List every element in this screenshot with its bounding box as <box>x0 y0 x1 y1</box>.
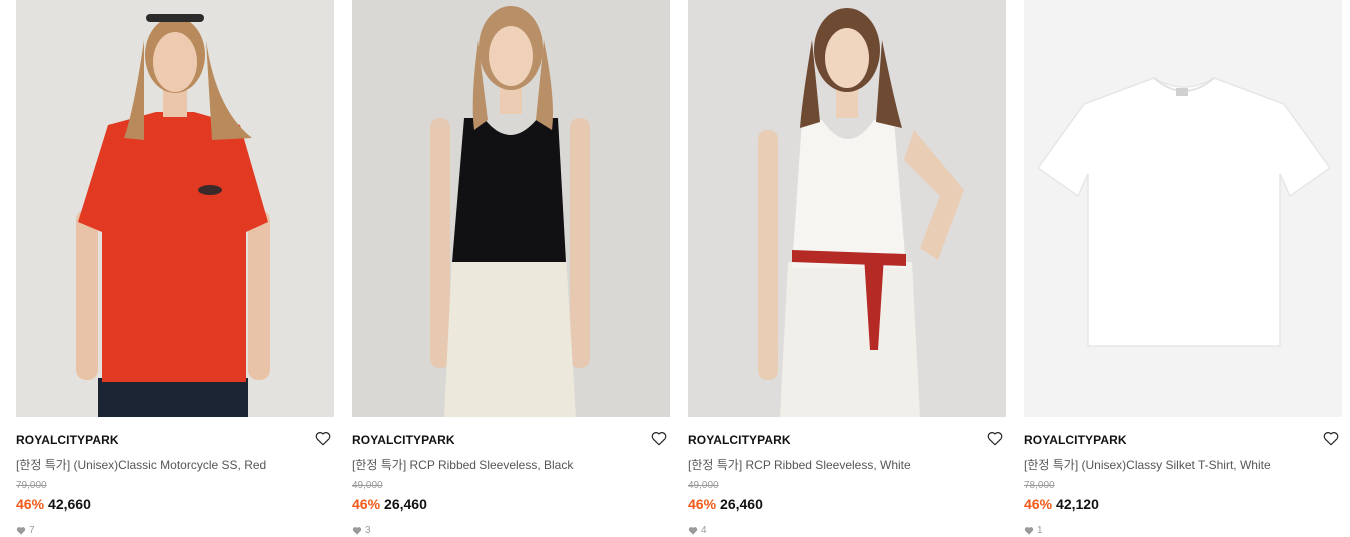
heart-filled-icon <box>688 527 698 535</box>
heart-filled-icon <box>1024 527 1034 535</box>
product-card[interactable]: ROYALCITYPARK [한정 특가] (Unisex)Classy Sil… <box>1024 0 1342 537</box>
product-image[interactable] <box>1024 0 1342 417</box>
wishlist-heart-icon[interactable] <box>1322 429 1340 447</box>
brand-name[interactable]: ROYALCITYPARK <box>688 433 791 447</box>
product-photo-white-sleeveless <box>688 0 1006 417</box>
product-card[interactable]: ROYALCITYPARK [한정 특가] (Unisex)Classic Mo… <box>16 0 334 537</box>
original-price: 78,000 <box>1024 480 1055 491</box>
price-line: 46% 26,460 <box>352 496 427 512</box>
product-photo-red-tee <box>16 0 334 417</box>
product-grid: ROYALCITYPARK [한정 특가] (Unisex)Classic Mo… <box>0 0 1350 537</box>
like-count: 3 <box>352 525 371 536</box>
product-photo-black-sleeveless <box>352 0 670 417</box>
like-count: 1 <box>1024 525 1043 536</box>
product-name[interactable]: [한정 특가] RCP Ribbed Sleeveless, White <box>688 456 911 473</box>
like-count-value: 4 <box>701 525 707 536</box>
sale-price: 42,660 <box>48 496 91 512</box>
like-count: 4 <box>688 525 707 536</box>
like-count: 7 <box>16 525 35 536</box>
heart-filled-icon <box>352 527 362 535</box>
brand-name[interactable]: ROYALCITYPARK <box>1024 433 1127 447</box>
price-line: 46% 42,120 <box>1024 496 1099 512</box>
product-image[interactable] <box>352 0 670 417</box>
product-photo-white-tshirt <box>1024 0 1342 417</box>
like-count-value: 1 <box>1037 525 1043 536</box>
price-line: 46% 26,460 <box>688 496 763 512</box>
wishlist-heart-icon[interactable] <box>650 429 668 447</box>
heart-filled-icon <box>16 527 26 535</box>
sale-price: 26,460 <box>384 496 427 512</box>
wishlist-heart-icon[interactable] <box>986 429 1004 447</box>
discount-rate: 46% <box>352 496 381 512</box>
discount-rate: 46% <box>1024 496 1053 512</box>
original-price: 49,000 <box>352 480 383 491</box>
brand-name[interactable]: ROYALCITYPARK <box>352 433 455 447</box>
product-name[interactable]: [한정 특가] (Unisex)Classic Motorcycle SS, R… <box>16 456 266 473</box>
discount-rate: 46% <box>16 496 45 512</box>
brand-name[interactable]: ROYALCITYPARK <box>16 433 119 447</box>
product-image[interactable] <box>688 0 1006 417</box>
price-line: 46% 42,660 <box>16 496 91 512</box>
product-image[interactable] <box>16 0 334 417</box>
like-count-value: 3 <box>365 525 371 536</box>
product-card[interactable]: ROYALCITYPARK [한정 특가] RCP Ribbed Sleevel… <box>352 0 670 537</box>
product-name[interactable]: [한정 특가] (Unisex)Classy Silket T-Shirt, W… <box>1024 456 1271 473</box>
product-name[interactable]: [한정 특가] RCP Ribbed Sleeveless, Black <box>352 456 573 473</box>
like-count-value: 7 <box>29 525 35 536</box>
original-price: 49,000 <box>688 480 719 491</box>
product-card[interactable]: ROYALCITYPARK [한정 특가] RCP Ribbed Sleevel… <box>688 0 1006 537</box>
wishlist-heart-icon[interactable] <box>314 429 332 447</box>
discount-rate: 46% <box>688 496 717 512</box>
sale-price: 42,120 <box>1056 496 1099 512</box>
original-price: 79,000 <box>16 480 47 491</box>
sale-price: 26,460 <box>720 496 763 512</box>
